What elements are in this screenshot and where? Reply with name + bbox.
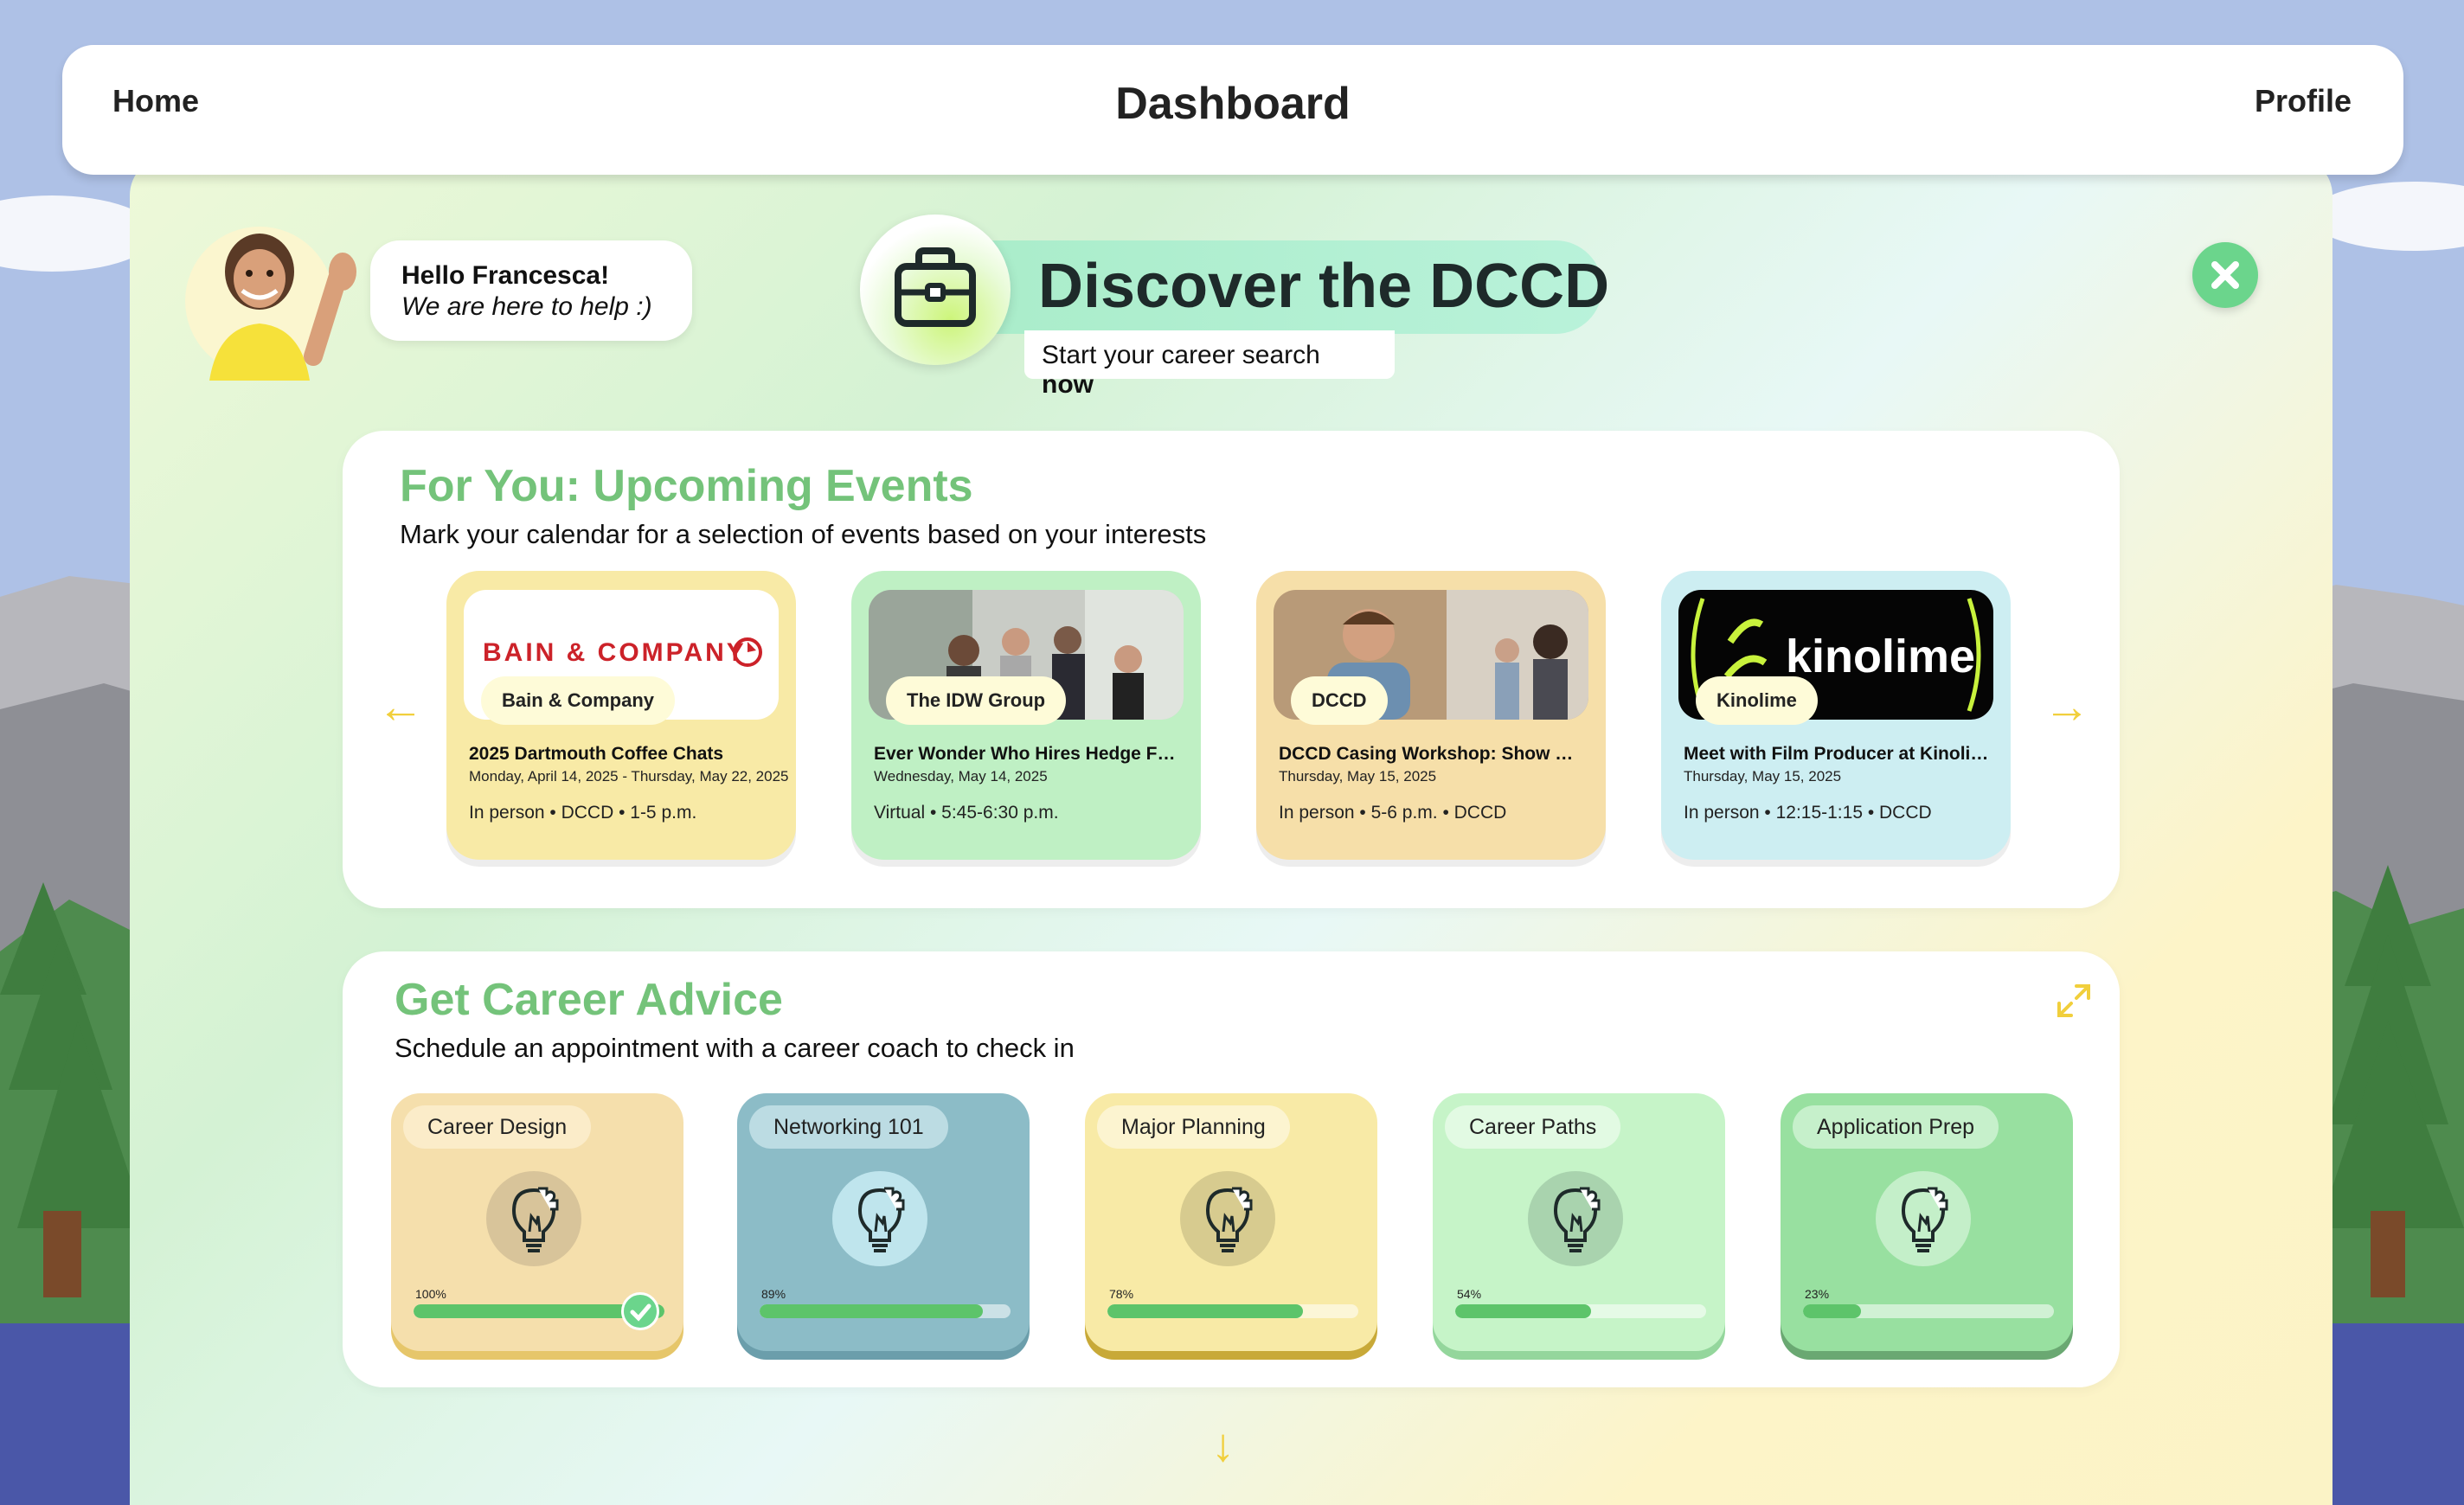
lightbulb-puzzle-icon — [486, 1171, 581, 1266]
progress-bar — [1803, 1304, 2054, 1318]
coach-card-label: Application Prep — [1793, 1105, 1999, 1149]
greeting-bubble: Hello Francesca! We are here to help :) — [370, 240, 692, 341]
event-meta: Virtual • 5:45-6:30 p.m. — [874, 803, 1059, 823]
progress-bar — [760, 1304, 1011, 1318]
profile-link[interactable]: Profile — [2255, 83, 2352, 119]
briefcase-icon — [860, 215, 1011, 365]
event-card[interactable]: BAIN & COMPANY Bain & Company 2025 Dartm… — [446, 571, 796, 860]
lightbulb-puzzle-icon — [1876, 1171, 1971, 1266]
coach-card[interactable]: Application Prep 23% — [1781, 1093, 2073, 1351]
coach-card[interactable]: Career Paths 54% — [1433, 1093, 1725, 1351]
advice-title: Get Career Advice — [395, 975, 783, 1025]
event-date: Thursday, May 15, 2025 — [1279, 768, 1437, 785]
progress-percent: 89% — [761, 1287, 786, 1301]
arrow-right-icon[interactable]: → — [2044, 680, 2090, 733]
event-title: 2025 Dartmouth Coffee Chats — [469, 744, 724, 764]
progress-bar — [1455, 1304, 1706, 1318]
event-date: Wednesday, May 14, 2025 — [874, 768, 1048, 785]
events-title: For You: Upcoming Events — [400, 461, 973, 511]
arrow-left-icon[interactable]: ← — [377, 680, 424, 733]
event-title: DCCD Casing Workshop: Show What You Know — [1279, 744, 1590, 764]
event-tag: Kinolime — [1696, 676, 1818, 725]
event-title: Ever Wonder Who Hires Hedge Fund Profess… — [874, 744, 1185, 764]
lightbulb-puzzle-icon — [1528, 1171, 1623, 1266]
progress-percent: 78% — [1109, 1287, 1134, 1301]
event-tag: DCCD — [1291, 676, 1388, 725]
event-tag: The IDW Group — [886, 676, 1067, 725]
progress-percent: 54% — [1457, 1287, 1482, 1301]
progress-percent: 100% — [415, 1287, 446, 1301]
event-meta: In person • DCCD • 1-5 p.m. — [469, 803, 697, 823]
greeting-line-1: Hello Francesca! — [401, 261, 610, 290]
discover-title: Discover the DCCD — [1038, 252, 1610, 321]
expand-icon[interactable] — [2054, 981, 2094, 1021]
coach-card-label: Major Planning — [1097, 1105, 1290, 1149]
page-title: Dashboard — [1115, 79, 1351, 129]
coach-card-label: Networking 101 — [749, 1105, 948, 1149]
lightbulb-puzzle-icon — [832, 1171, 927, 1266]
event-meta: In person • 5-6 p.m. • DCCD — [1279, 803, 1507, 823]
event-card[interactable]: kinolime Kinolime Meet with Film Produce… — [1661, 571, 2011, 860]
event-date: Monday, April 14, 2025 - Thursday, May 2… — [469, 768, 789, 785]
coach-card[interactable]: Networking 101 89% — [737, 1093, 1030, 1351]
assistant-avatar — [183, 218, 377, 381]
advice-subtitle: Schedule an appointment with a career co… — [395, 1033, 1075, 1063]
event-card[interactable]: The IDW Group Ever Wonder Who Hires Hedg… — [851, 571, 1201, 860]
progress-percent: 23% — [1805, 1287, 1830, 1301]
check-icon — [621, 1292, 659, 1330]
lightbulb-puzzle-icon — [1180, 1171, 1275, 1266]
event-tag: Bain & Company — [481, 676, 676, 725]
coach-card[interactable]: Major Planning 78% — [1085, 1093, 1377, 1351]
coach-card[interactable]: Career Design 100% — [391, 1093, 683, 1351]
events-subtitle: Mark your calendar for a selection of ev… — [400, 519, 1207, 549]
close-button[interactable] — [2192, 242, 2258, 308]
coach-card-label: Career Design — [403, 1105, 592, 1149]
bain-logo-icon — [733, 637, 762, 667]
close-icon — [2211, 261, 2239, 289]
discover-subtitle: Start your career search now — [1024, 330, 1395, 399]
progress-bar — [1107, 1304, 1358, 1318]
event-meta: In person • 12:15-1:15 • DCCD — [1684, 803, 1932, 823]
event-title: Meet with Film Producer at Kinolime — [1684, 744, 1995, 764]
coach-card-label: Career Paths — [1445, 1105, 1621, 1149]
top-nav-bar: Home Dashboard Profile — [62, 45, 2403, 175]
event-card[interactable]: DCCD DCCD Casing Workshop: Show What You… — [1256, 571, 1606, 860]
scroll-down-icon[interactable]: ↓ — [1211, 1419, 1235, 1472]
greeting-line-2: We are here to help :) — [401, 292, 652, 321]
event-date: Thursday, May 15, 2025 — [1684, 768, 1842, 785]
